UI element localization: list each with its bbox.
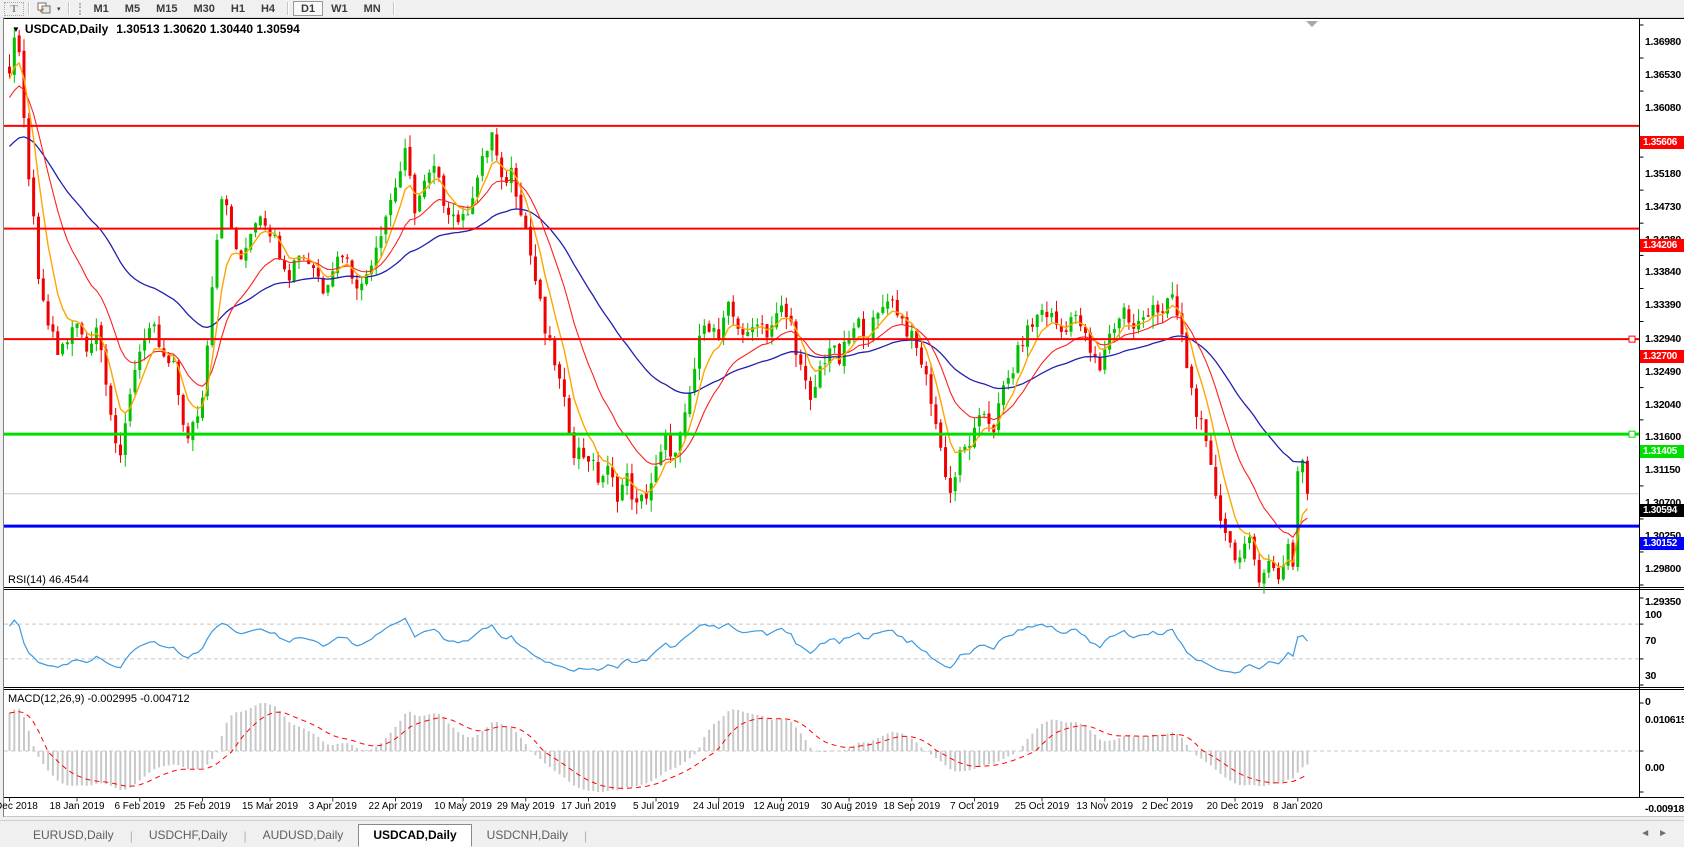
toolbar-separator (68, 2, 70, 15)
chart-tab-bar: EURUSD,Daily|USDCHF,Daily|AUDUSD,DailyUS… (0, 820, 1684, 847)
timeframe-button-m30[interactable]: M30 (185, 1, 222, 16)
chart-ohlc-values: 1.30513 1.30620 1.30440 1.30594 (116, 22, 300, 36)
timeframe-button-m1[interactable]: M1 (86, 1, 117, 16)
price-tick: 1.36530 (1645, 69, 1681, 81)
macd-label: MACD(12,26,9) -0.002995 -0.004712 (8, 693, 190, 705)
toolbar-separator (28, 2, 30, 15)
date-label: 3 Apr 2019 (309, 801, 357, 812)
price-tick: 1.33390 (1645, 299, 1681, 311)
rsi-tick: 30 (1645, 670, 1656, 682)
price-tick: 1.29350 (1645, 596, 1681, 608)
chart-dropdown-icon[interactable]: ▼ (12, 25, 20, 34)
rsi-tick: 100 (1645, 609, 1662, 621)
date-label: 24 Jul 2019 (693, 801, 745, 812)
tab-usdchf[interactable]: USDCHF,Daily (134, 824, 243, 847)
timeframe-button-d1[interactable]: D1 (293, 1, 323, 16)
date-label: 17 Jun 2019 (561, 801, 616, 812)
macd-tick: -0.009181 (1645, 803, 1684, 815)
date-label: 22 Apr 2019 (369, 801, 423, 812)
rsi-tick: 70 (1645, 635, 1656, 647)
date-label: 20 Dec 2019 (1207, 801, 1264, 812)
tab-scroll-right-button[interactable]: ► (1658, 828, 1676, 839)
price-badge: 1.30152 (1640, 537, 1684, 550)
text-tool-button[interactable]: T (4, 2, 24, 16)
tab-audusd[interactable]: AUDUSD,Daily (248, 824, 359, 847)
tab-eurusd[interactable]: EURUSD,Daily (18, 824, 129, 847)
tile-windows-icon (37, 2, 51, 14)
toolbar-separator (287, 2, 289, 15)
chart-title: ▼ USDCAD,Daily 1.30513 1.30620 1.30440 1.3… (12, 22, 300, 36)
tab-usdcad[interactable]: USDCAD,Daily (358, 824, 471, 847)
toolbar: T ▾ M1M5M15M30H1H4 D1W1MN (0, 0, 1684, 18)
price-tick: 1.33840 (1645, 266, 1681, 278)
date-label: 18 Jan 2019 (50, 801, 105, 812)
date-label: 25 Feb 2019 (174, 801, 230, 812)
price-tick: 1.36980 (1645, 36, 1681, 48)
price-tick: 1.31150 (1645, 464, 1680, 476)
chart-symbol-period: USDCAD,Daily (25, 22, 108, 36)
chart-canvas[interactable] (0, 17, 1684, 846)
price-tick: 1.36080 (1645, 102, 1681, 114)
date-label: 15 Mar 2019 (242, 801, 298, 812)
price-tick: 1.34730 (1645, 201, 1681, 213)
macd-tick: 0.00 (1645, 762, 1664, 774)
arrange-windows-button[interactable] (34, 1, 54, 16)
price-tick: 1.32040 (1645, 399, 1681, 411)
price-badge: 1.30594 (1640, 504, 1684, 517)
date-label: 25 Oct 2019 (1015, 801, 1069, 812)
tab-usdcnh[interactable]: USDCNH,Daily (472, 824, 583, 847)
price-badge: 1.32700 (1640, 350, 1684, 363)
timeframe-button-h1[interactable]: H1 (223, 1, 253, 16)
date-label: 31 Dec 2018 (0, 801, 38, 812)
date-label: 2 Dec 2019 (1142, 801, 1193, 812)
toolbar-separator (393, 2, 395, 15)
tab-separator: | (583, 826, 588, 847)
tab-scroll-arrows: ◄► (1640, 828, 1676, 839)
date-label: 30 Aug 2019 (821, 801, 877, 812)
price-tick: 1.31600 (1645, 431, 1681, 443)
date-label: 6 Feb 2019 (114, 801, 165, 812)
date-label: 12 Aug 2019 (753, 801, 809, 812)
chart-tabs: EURUSD,Daily|USDCHF,Daily|AUDUSD,DailyUS… (18, 823, 588, 847)
trading-terminal: T ▾ M1M5M15M30H1H4 D1W1MN ▼ USDCAD,Daily 1.… (0, 0, 1684, 846)
tab-scroll-left-button[interactable]: ◄ (1640, 828, 1658, 839)
date-label: 29 May 2019 (497, 801, 555, 812)
date-label: 5 Jul 2019 (633, 801, 679, 812)
price-tick: 1.29800 (1645, 563, 1681, 575)
date-label: 8 Jan 2020 (1273, 801, 1323, 812)
date-label: 13 Nov 2019 (1076, 801, 1133, 812)
timeframe-button-m15[interactable]: M15 (148, 1, 185, 16)
price-tick: 1.32490 (1645, 366, 1681, 378)
date-label: 10 May 2019 (434, 801, 492, 812)
price-tick: 1.35180 (1645, 168, 1681, 180)
date-label: 18 Sep 2019 (883, 801, 940, 812)
rsi-label: RSI(14) 46.4544 (8, 574, 89, 586)
date-label: 7 Oct 2019 (950, 801, 999, 812)
toolbar-grip (79, 3, 81, 15)
price-badge: 1.35606 (1640, 136, 1684, 149)
timeframe-button-w1[interactable]: W1 (323, 1, 356, 16)
price-badge: 1.34206 (1640, 239, 1684, 252)
timeframe-button-m5[interactable]: M5 (117, 1, 148, 16)
arrange-dropdown-caret[interactable]: ▾ (54, 2, 64, 16)
macd-tick: 0.010615 (1645, 714, 1684, 726)
timeframe-bar: M1M5M15M30H1H4 D1W1MN (86, 1, 399, 16)
price-tick: 1.32940 (1645, 333, 1681, 345)
rsi-tick: 0 (1645, 696, 1651, 708)
price-badge: 1.31405 (1640, 445, 1684, 458)
timeframe-button-mn[interactable]: MN (356, 1, 389, 16)
timeframe-button-h4[interactable]: H4 (253, 1, 283, 16)
chart-window[interactable]: ▼ USDCAD,Daily 1.30513 1.30620 1.30440 1.3… (0, 17, 1684, 846)
